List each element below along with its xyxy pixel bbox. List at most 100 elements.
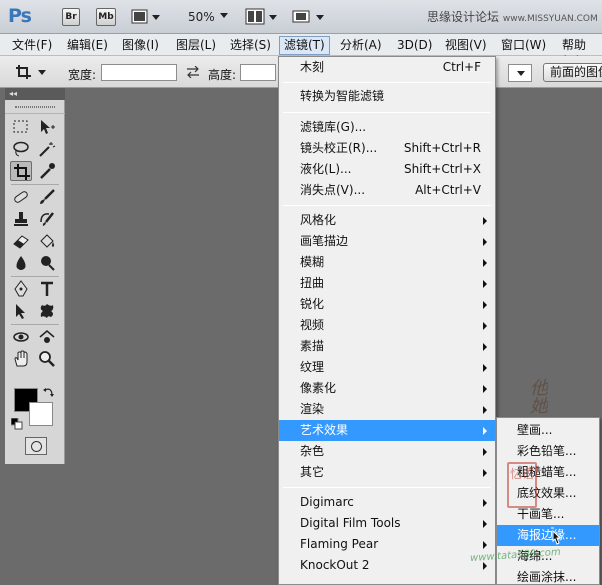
menu-image[interactable]: 图像(I)	[118, 37, 163, 54]
render-submenu-item[interactable]: 渲染	[279, 399, 495, 420]
mini-bridge-button[interactable]: Mb	[96, 8, 116, 26]
blur-submenu-item[interactable]: 模糊	[279, 252, 495, 273]
submenu-arrow-icon	[483, 301, 487, 309]
hand-tool-icon[interactable]	[10, 349, 32, 369]
path-selection-tool-icon[interactable]	[10, 301, 32, 321]
background-color-swatch[interactable]	[29, 402, 53, 426]
toolbox-separator	[11, 276, 59, 277]
width-field[interactable]	[101, 64, 177, 81]
move-tool-icon[interactable]	[36, 117, 58, 137]
menu-edit[interactable]: 编辑(E)	[63, 37, 112, 54]
menu-analysis[interactable]: 分析(A)	[336, 37, 386, 54]
video-submenu-item[interactable]: 视频	[279, 315, 495, 336]
swap-colors-icon[interactable]	[43, 386, 55, 398]
submenu-arrow-icon	[483, 322, 487, 330]
lens-correction-item[interactable]: 镜头校正(R)... Shift+Ctrl+R	[279, 138, 495, 159]
watermark-url: www.MISSYUAN.COM	[502, 14, 598, 24]
convert-smart-filters-item[interactable]: 转换为智能滤镜	[279, 86, 495, 107]
other-submenu-item[interactable]: 其它	[279, 462, 495, 483]
paint-bucket-tool-icon[interactable]	[36, 231, 58, 251]
application-bar: Ps Br Mb 50% 思缘设计论坛 www.MISSYUAN.COM	[0, 0, 602, 34]
view-extras-icon[interactable]	[131, 8, 161, 26]
menu-view[interactable]: 视图(V)	[441, 37, 491, 54]
menu-file[interactable]: 文件(F)	[8, 37, 56, 54]
quick-mask-button[interactable]	[25, 437, 47, 455]
submenu-arrow-icon	[483, 406, 487, 414]
default-colors-icon[interactable]	[10, 417, 23, 430]
dodge-tool-icon[interactable]	[36, 253, 58, 273]
vanishing-point-item[interactable]: 消失点(V)... Alt+Ctrl+V	[279, 180, 495, 201]
lasso-tool-icon[interactable]	[10, 139, 32, 159]
submenu-arrow-icon	[483, 385, 487, 393]
3d-camera-tool-icon[interactable]	[36, 327, 58, 347]
toolbox-collapse-button[interactable]: ◂◂	[5, 88, 65, 100]
brush-strokes-submenu-item[interactable]: 画笔描边	[279, 231, 495, 252]
crop-tool-icon[interactable]	[10, 161, 32, 181]
resolution-unit-select[interactable]	[508, 64, 532, 82]
submenu-arrow-icon	[483, 259, 487, 267]
seal-stamp: 忆语	[507, 462, 537, 508]
sketch-submenu-item[interactable]: 素描	[279, 336, 495, 357]
custom-shape-tool-icon[interactable]	[36, 301, 58, 321]
toolbox-separator	[11, 324, 59, 325]
digital-film-tools-submenu-item[interactable]: Digital Film Tools	[279, 513, 495, 534]
filter-gallery-item[interactable]: 滤镜库(G)...	[279, 117, 495, 138]
swap-dimensions-icon[interactable]	[186, 65, 200, 79]
noise-submenu-item[interactable]: 杂色	[279, 441, 495, 462]
filter-last-item[interactable]: 木刻 Ctrl+F	[279, 57, 495, 78]
pen-tool-icon[interactable]	[10, 279, 32, 299]
sharpen-submenu-item[interactable]: 锐化	[279, 294, 495, 315]
zoom-dropdown-icon[interactable]	[220, 13, 228, 18]
bridge-button[interactable]: Br	[62, 8, 80, 26]
height-field[interactable]	[240, 64, 276, 81]
width-label: 宽度:	[68, 68, 97, 82]
pixelate-submenu-item[interactable]: 像素化	[279, 378, 495, 399]
digimarc-submenu-item[interactable]: Digimarc	[279, 492, 495, 513]
fresco-item[interactable]: 壁画...	[497, 420, 599, 441]
submenu-arrow-icon	[483, 541, 487, 549]
photoshop-logo: Ps	[8, 5, 32, 27]
type-tool-icon[interactable]	[36, 279, 58, 299]
3d-rotate-tool-icon[interactable]	[10, 327, 32, 347]
colored-pencil-item[interactable]: 彩色铅笔...	[497, 441, 599, 462]
artistic-submenu-item[interactable]: 艺术效果	[279, 420, 495, 441]
paint-daubs-item[interactable]: 绘画涂抹...	[497, 567, 599, 585]
blur-tool-icon[interactable]	[10, 253, 32, 273]
site-watermark: 思缘设计论坛 www.MISSYUAN.COM	[427, 8, 598, 25]
liquify-item[interactable]: 液化(L)... Shift+Ctrl+X	[279, 159, 495, 180]
menu-3d[interactable]: 3D(D)	[393, 37, 436, 54]
distort-submenu-item[interactable]: 扭曲	[279, 273, 495, 294]
menu-layer[interactable]: 图层(L)	[172, 37, 220, 54]
arrange-documents-icon[interactable]	[245, 8, 279, 26]
history-brush-tool-icon[interactable]	[36, 209, 58, 229]
texture-submenu-item[interactable]: 纹理	[279, 357, 495, 378]
eyedropper-tool-icon[interactable]	[36, 161, 58, 181]
marquee-tool-icon[interactable]	[10, 117, 32, 137]
stylize-submenu-item[interactable]: 风格化	[279, 210, 495, 231]
zoom-tool-icon[interactable]	[36, 349, 58, 369]
menu-bar: 文件(F) 编辑(E) 图像(I) 图层(L) 选择(S) 滤镜(T) 分析(A…	[0, 34, 602, 68]
front-image-button[interactable]: 前面的图像	[543, 63, 602, 82]
screen-mode-icon[interactable]	[290, 8, 330, 26]
menu-help[interactable]: 帮助(H)	[558, 37, 602, 68]
toolbox-grip[interactable]	[5, 100, 65, 114]
toolbox-panel: ◂◂	[5, 88, 65, 464]
submenu-arrow-icon	[483, 448, 487, 456]
flaming-pear-submenu-item[interactable]: Flaming Pear	[279, 534, 495, 555]
crop-tool-preset-icon[interactable]	[12, 62, 52, 82]
menu-window[interactable]: 窗口(W)	[497, 37, 550, 54]
brush-tool-icon[interactable]	[36, 187, 58, 207]
menu-filter[interactable]: 滤镜(T)	[279, 36, 330, 55]
zoom-level[interactable]: 50%	[188, 10, 215, 24]
clone-stamp-tool-icon[interactable]	[10, 209, 32, 229]
spot-healing-tool-icon[interactable]	[10, 187, 32, 207]
filter-menu-dropdown: 木刻 Ctrl+F 转换为智能滤镜 滤镜库(G)... 镜头校正(R)... Shi…	[278, 56, 496, 585]
eraser-tool-icon[interactable]	[10, 231, 32, 251]
submenu-arrow-icon	[483, 280, 487, 288]
menu-separator	[283, 112, 491, 113]
poster-edges-item[interactable]: 海报边缘...	[497, 525, 599, 546]
knockout-submenu-item[interactable]: KnockOut 2	[279, 555, 495, 576]
magic-wand-tool-icon[interactable]	[36, 139, 58, 159]
submenu-arrow-icon	[483, 343, 487, 351]
menu-select[interactable]: 选择(S)	[226, 37, 275, 54]
